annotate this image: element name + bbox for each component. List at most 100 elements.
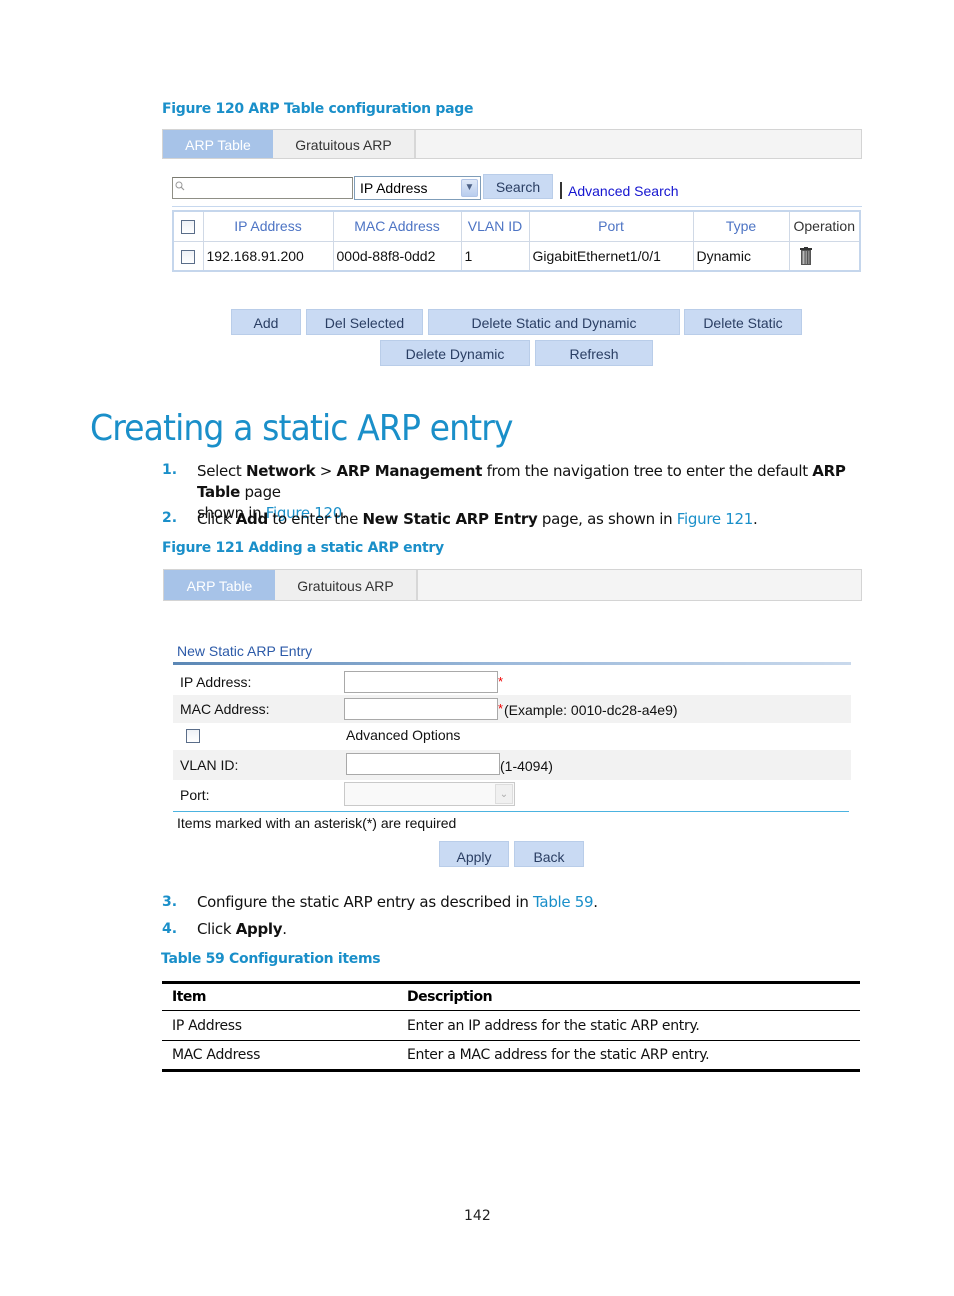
table-row: MAC Address Enter a MAC address for the … (162, 1040, 860, 1072)
column-header-item: Item (162, 981, 397, 1011)
step-number: 1. (162, 462, 178, 478)
search-field-select-value: IP Address (360, 180, 428, 196)
tab-arp-table[interactable]: ARP Table (164, 570, 275, 600)
divider (172, 206, 862, 207)
text: Click (197, 510, 236, 528)
trash-icon[interactable] (799, 246, 812, 265)
arp-table: IP Address MAC Address VLAN ID Port Type… (172, 210, 861, 272)
tab-gratuitous-arp[interactable]: Gratuitous ARP (275, 570, 418, 600)
column-header-vlan-id[interactable]: VLAN ID (460, 210, 530, 242)
separator (560, 182, 562, 199)
step-4-text: Click Apply. (197, 920, 287, 938)
form-bottom-rule (173, 811, 849, 812)
required-mark: * (498, 701, 504, 716)
cell-description: Enter an IP address for the static ARP e… (397, 1010, 860, 1041)
apply-button[interactable]: Apply (439, 841, 509, 867)
search-input[interactable] (172, 177, 353, 199)
add-label: Add (235, 510, 268, 528)
back-button[interactable]: Back (514, 841, 584, 867)
delete-dynamic-button[interactable]: Delete Dynamic (380, 340, 530, 366)
cell-vlan-id: 1 (460, 240, 530, 272)
cell-ip-address: 192.168.91.200 (202, 240, 334, 272)
cell-item: MAC Address (162, 1040, 397, 1072)
row-checkbox[interactable] (181, 249, 196, 264)
advanced-options-checkbox[interactable] (186, 729, 200, 743)
column-header-mac-address[interactable]: MAC Address (332, 210, 462, 242)
ip-address-input[interactable] (344, 671, 498, 693)
configuration-items-table: Item Description IP Address Enter an IP … (162, 981, 860, 1072)
column-header-operation: Operation (788, 210, 861, 242)
port-label: Port: (180, 787, 210, 803)
port-select[interactable]: ⌄ (344, 782, 515, 806)
form-title-rule (173, 662, 851, 665)
column-header-type[interactable]: Type (692, 210, 790, 242)
table-header-row: Item Description (162, 981, 860, 1011)
advanced-search-link[interactable]: Advanced Search (568, 183, 679, 199)
step-number: 4. (162, 921, 178, 937)
required-mark: * (498, 674, 504, 689)
del-selected-button[interactable]: Del Selected (306, 309, 423, 335)
figure-120-caption: Figure 120 ARP Table configuration page (162, 101, 474, 117)
cell-item: IP Address (162, 1010, 397, 1041)
page-number: 142 (464, 1208, 491, 1224)
text: . (282, 920, 287, 938)
tab-gratuitous-arp[interactable]: Gratuitous ARP (273, 130, 416, 158)
text: > (315, 462, 337, 480)
apply-label: Apply (235, 920, 283, 938)
vlan-id-input[interactable] (346, 753, 500, 775)
text: . (593, 893, 598, 911)
cell-type: Dynamic (692, 240, 790, 272)
text: Select (197, 462, 246, 480)
arp-table-header-row: IP Address MAC Address VLAN ID Port Type… (172, 210, 861, 242)
text: page (239, 483, 281, 501)
chevron-down-icon: ⌄ (495, 784, 513, 804)
cell-mac-address: 000d-88f8-0dd2 (332, 240, 462, 272)
search-button[interactable]: Search (483, 174, 553, 199)
column-header-ip-address[interactable]: IP Address (202, 210, 334, 242)
advanced-options-label: Advanced Options (346, 727, 461, 743)
step-number: 2. (162, 510, 178, 526)
select-all-cell (172, 210, 204, 242)
mac-address-input[interactable] (344, 698, 498, 720)
text: from the navigation tree to enter the de… (482, 462, 813, 480)
search-icon (175, 181, 185, 191)
add-button[interactable]: Add (231, 309, 301, 335)
ip-address-label: IP Address: (180, 674, 252, 690)
table-row: 192.168.91.200 000d-88f8-0dd2 1 GigabitE… (172, 240, 861, 272)
form-title: New Static ARP Entry (177, 643, 313, 659)
mac-address-hint: (Example: 0010-dc28-a4e9) (504, 702, 678, 718)
chevron-down-icon: ▼ (461, 179, 478, 197)
figure-121-tab-bar: ARP Table Gratuitous ARP (163, 569, 862, 601)
tab-arp-table[interactable]: ARP Table (163, 130, 273, 158)
text: . (752, 510, 758, 528)
table-59-link[interactable]: Table 59 (533, 893, 594, 911)
vlan-id-hint: (1-4094) (500, 758, 553, 774)
mac-address-label: MAC Address: (180, 701, 270, 717)
row-select-cell (172, 240, 204, 272)
column-header-port[interactable]: Port (528, 210, 694, 242)
figure-121-link[interactable]: Figure 121 (677, 510, 754, 528)
required-note: Items marked with an asterisk(*) are req… (177, 815, 457, 831)
delete-static-button[interactable]: Delete Static (684, 309, 802, 335)
delete-static-and-dynamic-button[interactable]: Delete Static and Dynamic (428, 309, 680, 335)
table-row: IP Address Enter an IP address for the s… (162, 1010, 860, 1041)
text: Configure the static ARP entry as descri… (197, 893, 534, 911)
cell-port: GigabitEthernet1/0/1 (528, 240, 694, 272)
menu-network: Network (245, 462, 316, 480)
text: Click (197, 920, 236, 938)
figure-121-caption: Figure 121 Adding a static ARP entry (162, 540, 444, 556)
text: page, as shown in (537, 510, 677, 528)
select-all-checkbox[interactable] (181, 220, 196, 235)
search-field-select[interactable]: IP Address ▼ (354, 176, 481, 200)
text: to enter the (267, 510, 363, 528)
vlan-id-label: VLAN ID: (180, 757, 239, 773)
cell-operation (788, 240, 861, 272)
step-2-text: Click Add to enter the New Static ARP En… (197, 509, 758, 530)
new-static-arp-entry-label: New Static ARP Entry (362, 510, 538, 528)
cell-description: Enter a MAC address for the static ARP e… (397, 1040, 860, 1072)
step-number: 3. (162, 894, 178, 910)
section-heading: Creating a static ARP entry (90, 408, 514, 449)
column-header-description: Description (397, 981, 860, 1011)
refresh-button[interactable]: Refresh (535, 340, 653, 366)
menu-arp-management: ARP Management (336, 462, 483, 480)
